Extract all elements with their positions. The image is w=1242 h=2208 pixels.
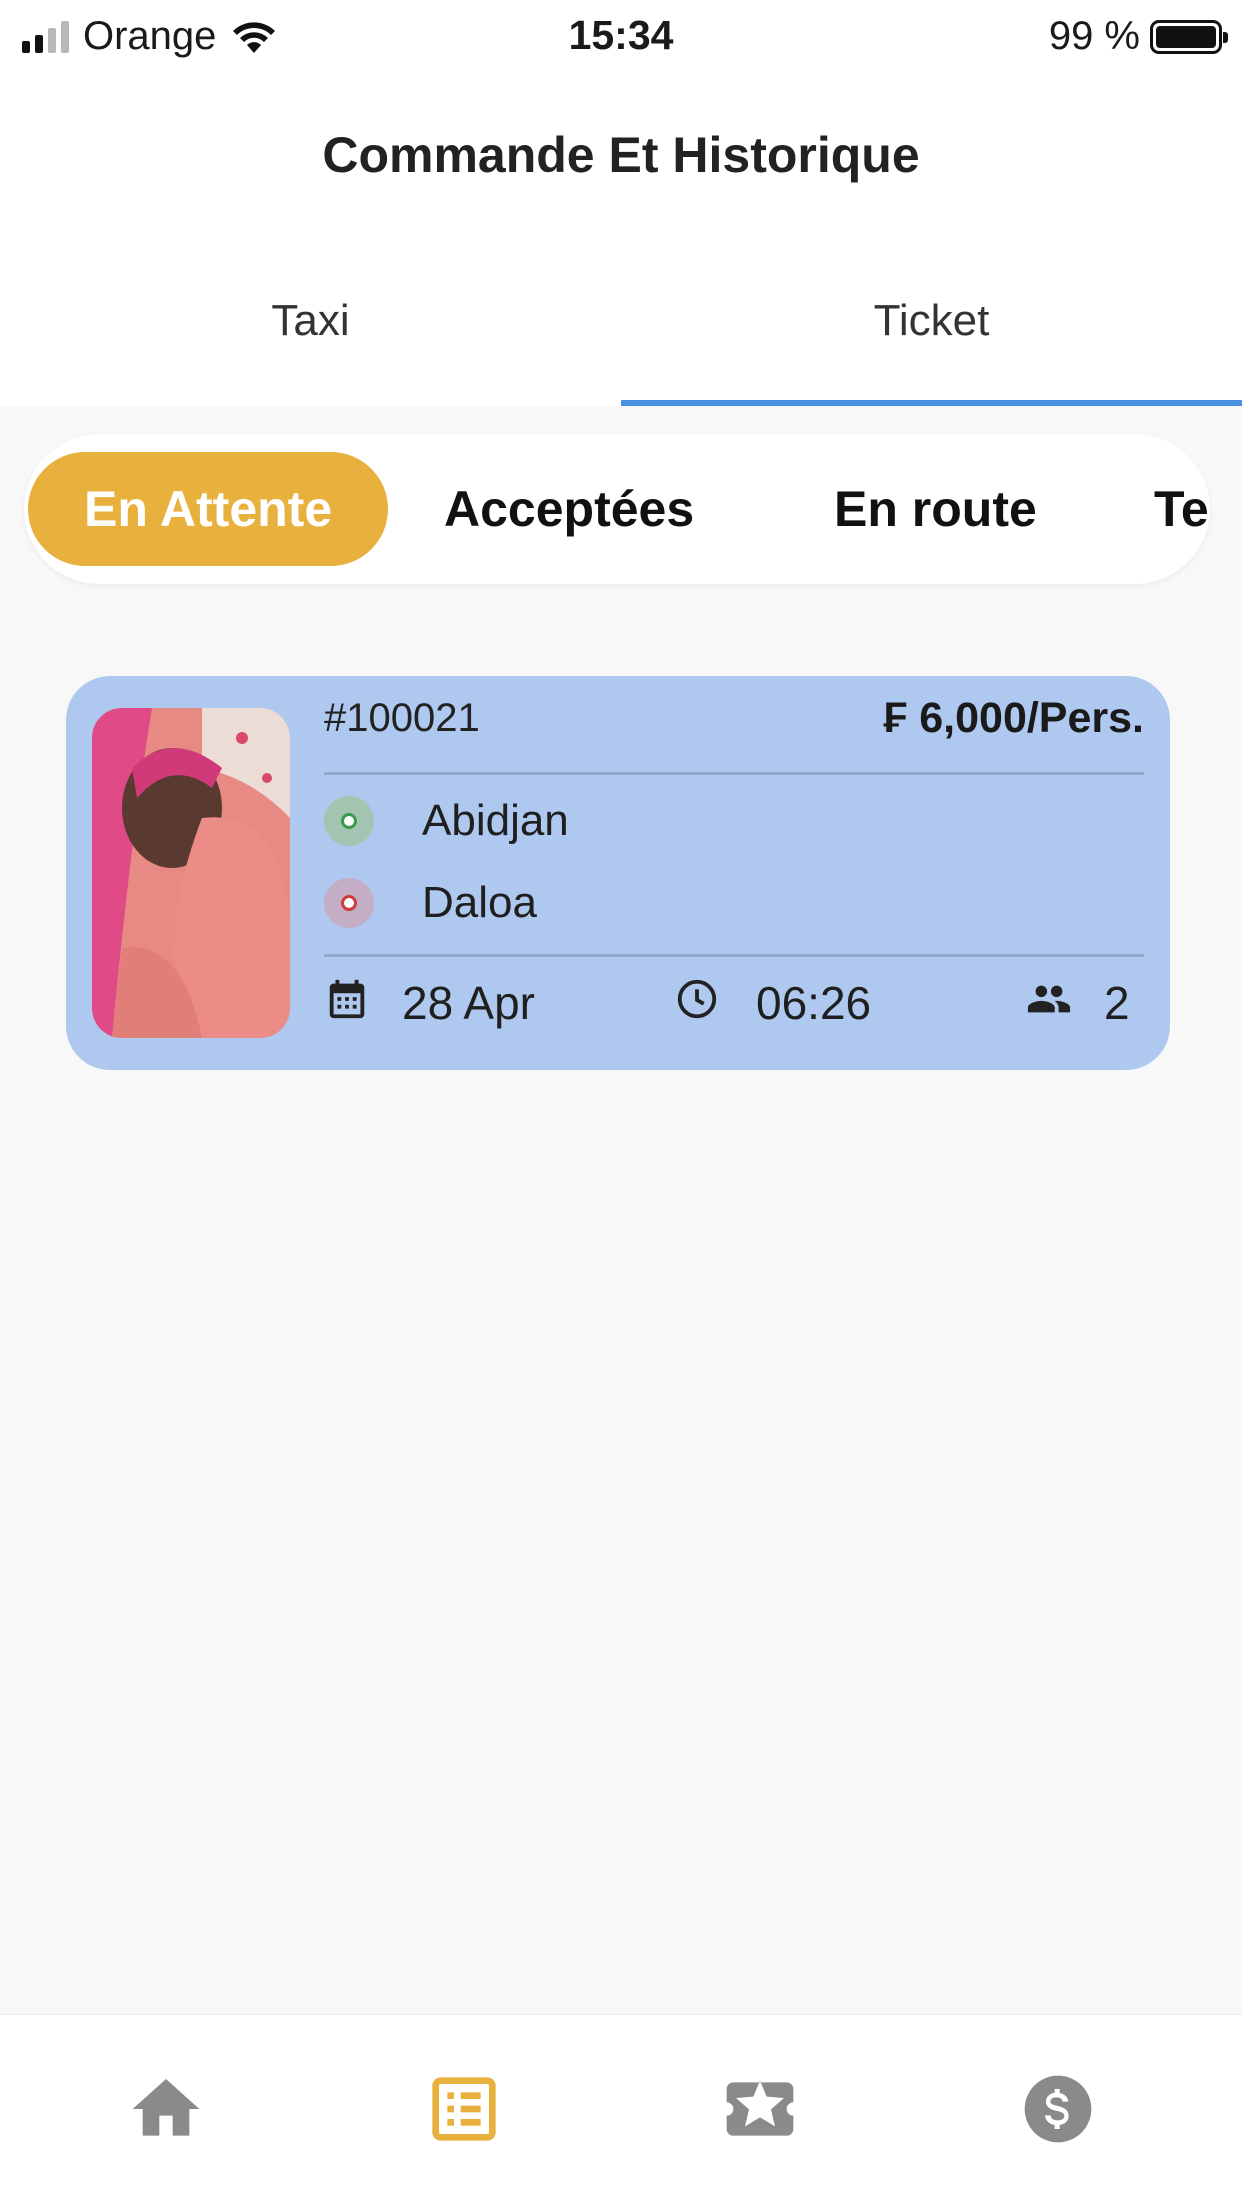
ticket-icon[interactable] [720,2069,800,2149]
passenger-count: 2 [1104,977,1130,1029]
filter-en-route[interactable]: En route [834,452,1037,566]
filter-terminees[interactable]: Te [1154,452,1209,566]
status-bar: Orange 15:34 99 % [0,0,1242,66]
header: Commande Et Historique Taxi Ticket [0,66,1242,406]
order-card[interactable]: #100021 ₣ 6,000/Pers. Abidjan Daloa 28 A… [66,676,1170,1070]
page-title: Commande Et Historique [322,127,920,183]
destination-dot-icon [324,878,374,928]
tab-ticket[interactable]: Ticket [621,260,1242,406]
people-icon [1027,985,1071,1013]
battery-percent: 99 % [1048,14,1140,58]
list-icon[interactable] [424,2069,504,2149]
origin-city: Abidjan [422,796,569,845]
origin-dot-icon [324,796,374,846]
bottom-nav [0,2014,1242,2208]
order-time: 06:26 [756,977,872,1029]
status-filter: En Attente Acceptées En route Te [24,434,1210,584]
home-icon[interactable] [126,2069,206,2149]
clock-icon [677,979,717,1019]
divider [324,772,1144,775]
tab-taxi[interactable]: Taxi [0,260,621,406]
calendar-icon [329,979,365,1019]
divider [324,954,1144,957]
dollar-icon[interactable] [1018,2069,1098,2149]
order-id: #100021 [324,696,480,740]
status-right: 99 % [1048,14,1228,59]
filter-acceptees[interactable]: Acceptées [444,452,694,566]
filter-en-attente[interactable]: En Attente [28,452,389,566]
destination-city: Daloa [422,878,537,927]
order-date: 28 Apr [402,977,535,1029]
battery-icon [1150,19,1228,54]
avatar [92,708,290,1038]
tab-bar: Taxi Ticket [0,260,1242,406]
order-price: ₣ 6,000/Pers. [883,694,1144,742]
